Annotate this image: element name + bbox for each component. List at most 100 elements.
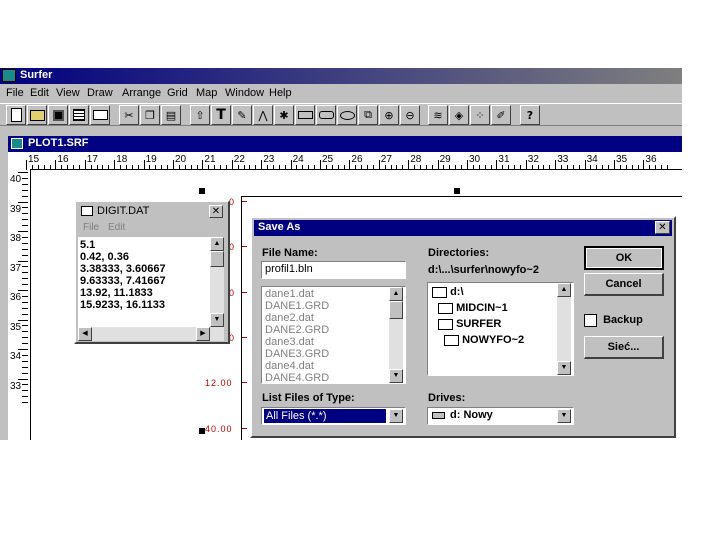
- plot-title-bar: PLOT1.SRF: [8, 136, 682, 152]
- directory-tree[interactable]: d:\ MIDCIN~1 SURFER NOWYFO~2 ▲ ▼: [427, 282, 574, 376]
- cancel-button[interactable]: Cancel: [584, 273, 664, 296]
- ruler-tick: [331, 165, 333, 170]
- app-title: Surfer: [20, 69, 53, 81]
- menu-window[interactable]: Window: [225, 84, 264, 102]
- ruler-tick: [22, 242, 28, 244]
- ruler-tick: [602, 165, 604, 170]
- scroll-left-icon[interactable]: ◀: [78, 327, 92, 341]
- ruler-tick: [337, 165, 339, 170]
- ruler-tick: [514, 165, 516, 170]
- scroll-up-icon[interactable]: ▲: [210, 237, 224, 251]
- scroll-up-icon[interactable]: ▲: [389, 287, 403, 301]
- copy-icon[interactable]: ❐: [140, 105, 160, 125]
- dir-item-midcin[interactable]: MIDCIN~1: [438, 302, 508, 314]
- list-type-label: List Files of Type:: [262, 392, 355, 404]
- ellipse-icon[interactable]: [337, 105, 357, 125]
- symbol-icon[interactable]: ✱: [274, 105, 294, 125]
- grid-icon[interactable]: [69, 105, 89, 125]
- pointer-icon[interactable]: ⇧: [190, 105, 210, 125]
- zoom-in-icon[interactable]: ⊕: [379, 105, 399, 125]
- ruler-tick: [22, 295, 28, 297]
- cut-icon[interactable]: ✂: [119, 105, 139, 125]
- menu-view[interactable]: View: [56, 84, 80, 102]
- ruler-left-number: 37: [10, 262, 22, 274]
- menu-edit[interactable]: Edit: [30, 84, 49, 102]
- ruler-tick: [596, 165, 598, 170]
- menu-map[interactable]: Map: [196, 84, 217, 102]
- ruler-tick: [22, 236, 28, 238]
- draw-icon[interactable]: ✎: [232, 105, 252, 125]
- chevron-down-icon[interactable]: ▼: [389, 409, 403, 423]
- save-as-close-icon[interactable]: ✕: [655, 221, 670, 234]
- digitize-icon[interactable]: ✐: [491, 105, 511, 125]
- file-list-scrollbar[interactable]: ▲ ▼: [389, 287, 403, 383]
- file-list-item[interactable]: dane4.dat: [265, 360, 402, 372]
- digit-menu-edit[interactable]: Edit: [108, 222, 125, 233]
- digit-vscrollbar[interactable]: ▲ ▼: [210, 237, 224, 327]
- dir-item-nowyfo[interactable]: NOWYFO~2: [444, 334, 524, 346]
- post-map-icon[interactable]: ⁘: [470, 105, 490, 125]
- digit-menu-file[interactable]: File: [83, 222, 99, 233]
- file-list-item[interactable]: DANE4.GRD: [265, 372, 402, 383]
- scroll-right-icon[interactable]: ▶: [196, 327, 210, 341]
- digit-close-icon[interactable]: ✕: [209, 205, 223, 218]
- backup-checkbox[interactable]: Backup: [584, 314, 643, 327]
- scroll-down-icon[interactable]: ▼: [389, 369, 403, 383]
- ruler-tick: [18, 231, 28, 232]
- open-icon[interactable]: [27, 105, 47, 125]
- list-type-select[interactable]: All Files (*.*) ▼: [261, 407, 406, 425]
- dir-item-surfer[interactable]: SURFER: [438, 318, 501, 330]
- digit-text-area[interactable]: 5.1 0.42, 0.36 3.38333, 3.60667 9.63333,…: [78, 237, 210, 327]
- help-icon[interactable]: ?: [520, 105, 540, 125]
- zoom-out-icon[interactable]: ⊖: [400, 105, 420, 125]
- save-icon[interactable]: [48, 105, 68, 125]
- dir-item-root[interactable]: d:\: [432, 286, 464, 298]
- scroll-thumb[interactable]: [210, 251, 224, 267]
- menu-draw[interactable]: Draw: [87, 84, 113, 102]
- ruler-tick: [22, 248, 28, 250]
- reshape-icon[interactable]: ⧉: [358, 105, 378, 125]
- ruler-tick: [102, 165, 104, 170]
- directory-scrollbar[interactable]: ▲ ▼: [557, 283, 571, 375]
- scroll-thumb[interactable]: [389, 301, 403, 319]
- file-list-item[interactable]: DANE2.GRD: [265, 324, 402, 336]
- ruler-tick: [114, 160, 116, 170]
- ok-button[interactable]: OK: [584, 246, 664, 270]
- file-list-item[interactable]: dane3.dat: [265, 336, 402, 348]
- file-list-item[interactable]: dane1.dat: [265, 288, 402, 300]
- contour-map-icon[interactable]: ≋: [428, 105, 448, 125]
- file-name-input[interactable]: profil1.bln: [261, 261, 406, 279]
- ruler-tick: [22, 307, 28, 309]
- surface-map-icon[interactable]: ◈: [449, 105, 469, 125]
- text-icon[interactable]: T: [211, 105, 231, 125]
- network-button[interactable]: Sieć...: [584, 336, 664, 359]
- new-icon[interactable]: [6, 105, 26, 125]
- file-list-item[interactable]: dane2.dat: [265, 312, 402, 324]
- scroll-down-icon[interactable]: ▼: [557, 361, 571, 375]
- drives-select[interactable]: d: Nowy ▼: [427, 407, 574, 425]
- polyline-icon[interactable]: ⋀: [253, 105, 273, 125]
- file-list-item[interactable]: DANE3.GRD: [265, 348, 402, 360]
- ruler-tick: [508, 165, 510, 170]
- digit-line: 0.42, 0.36: [80, 251, 129, 263]
- scroll-up-icon[interactable]: ▲: [557, 283, 571, 297]
- ruler-tick: [361, 165, 363, 170]
- ruler-tick: [184, 165, 186, 170]
- print-icon[interactable]: [90, 105, 110, 125]
- menu-file[interactable]: File: [6, 84, 24, 102]
- digit-window: DIGIT.DAT ✕ File Edit 5.1 0.42, 0.36 3.3…: [74, 200, 230, 344]
- chevron-down-icon[interactable]: ▼: [557, 409, 571, 423]
- file-list-item[interactable]: DANE1.GRD: [265, 300, 402, 312]
- ruler-tick: [37, 165, 39, 170]
- file-list[interactable]: dane1.dat DANE1.GRD dane2.dat DANE2.GRD …: [261, 286, 406, 384]
- scroll-down-icon[interactable]: ▼: [210, 313, 224, 327]
- rounded-rect-icon[interactable]: [316, 105, 336, 125]
- ruler-left-numbers: 40 39 38 37 36 35 34 33: [8, 172, 28, 440]
- paste-icon[interactable]: ▤: [161, 105, 181, 125]
- menu-help[interactable]: Help: [269, 84, 292, 102]
- checkbox-box[interactable]: [584, 314, 597, 327]
- menu-grid[interactable]: Grid: [167, 84, 188, 102]
- rectangle-icon[interactable]: [295, 105, 315, 125]
- menu-arrange[interactable]: Arrange: [122, 84, 161, 102]
- digit-hscrollbar[interactable]: ◀ ▶: [78, 327, 224, 341]
